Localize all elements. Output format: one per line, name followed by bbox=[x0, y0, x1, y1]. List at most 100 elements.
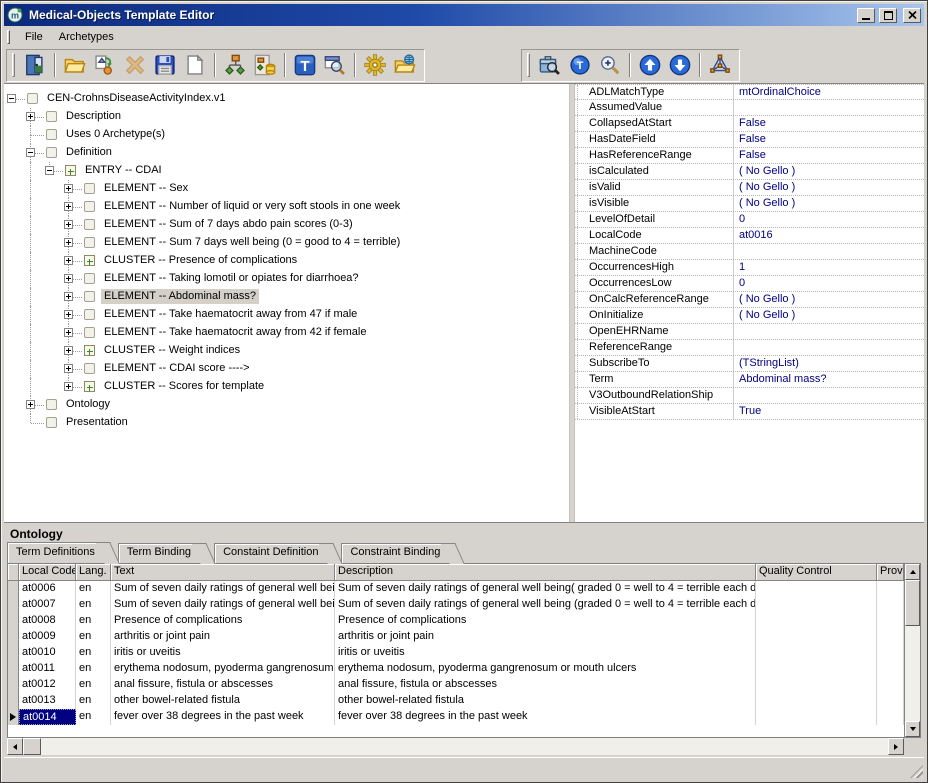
property-value[interactable]: Abdominal mass? bbox=[734, 372, 924, 387]
item-checkbox[interactable] bbox=[84, 237, 95, 248]
close-button[interactable] bbox=[903, 8, 921, 23]
tree-item[interactable]: ENTRY -- CDAI bbox=[4, 162, 569, 180]
item-checkbox[interactable] bbox=[84, 327, 95, 338]
new-document-button[interactable] bbox=[180, 51, 210, 79]
cell-text[interactable]: Presence of complications bbox=[111, 613, 335, 629]
tree-item[interactable]: ELEMENT -- Sum of 7 days abdo pain score… bbox=[4, 216, 569, 234]
tree-item-label[interactable]: Description bbox=[63, 109, 124, 124]
cell-description[interactable]: other bowel-related fistula bbox=[335, 693, 756, 709]
cell-quality-control[interactable] bbox=[756, 709, 877, 725]
property-value[interactable]: 0 bbox=[734, 276, 924, 291]
text-entry-button[interactable]: T bbox=[290, 51, 320, 79]
property-value[interactable]: ( No Gello ) bbox=[734, 196, 924, 211]
property-value[interactable]: at0016 bbox=[734, 228, 924, 243]
cell-prov[interactable] bbox=[877, 645, 904, 661]
tree-item[interactable]: ELEMENT -- Take haematocrit away from 42… bbox=[4, 324, 569, 342]
maximize-button[interactable] bbox=[879, 8, 897, 23]
cell-quality-control[interactable] bbox=[756, 581, 877, 597]
table-row[interactable]: at0007enSum of seven daily ratings of ge… bbox=[8, 597, 904, 613]
collapse-icon[interactable] bbox=[7, 94, 16, 103]
cell-quality-control[interactable] bbox=[756, 645, 877, 661]
tab-constaint-definition[interactable]: Constaint Definition bbox=[214, 543, 332, 563]
tree-item[interactable]: Ontology bbox=[4, 396, 569, 414]
scroll-left-button[interactable] bbox=[7, 738, 23, 755]
item-checkbox[interactable] bbox=[84, 273, 95, 284]
cell-prov[interactable] bbox=[877, 661, 904, 677]
property-value[interactable] bbox=[734, 244, 924, 259]
cell-description[interactable]: arthritis or joint pain bbox=[335, 629, 756, 645]
expand-icon[interactable] bbox=[64, 346, 73, 355]
item-checkbox[interactable] bbox=[84, 363, 95, 374]
cell-text[interactable]: Sum of seven daily ratings of general we… bbox=[111, 597, 335, 613]
column-header-text[interactable]: Text bbox=[111, 564, 335, 581]
tree-item-label[interactable]: ELEMENT -- Sex bbox=[101, 181, 191, 196]
horizontal-scrollbar[interactable] bbox=[7, 738, 921, 755]
tree-item-label[interactable]: ELEMENT -- Sum of 7 days abdo pain score… bbox=[101, 217, 356, 232]
cell-text[interactable]: other bowel-related fistula bbox=[111, 693, 335, 709]
tree-item[interactable]: ELEMENT -- Number of liquid or very soft… bbox=[4, 198, 569, 216]
band-grip[interactable] bbox=[12, 53, 15, 77]
cell-quality-control[interactable] bbox=[756, 629, 877, 645]
cell-lang[interactable]: en bbox=[76, 629, 111, 645]
scroll-up-button[interactable] bbox=[905, 564, 920, 580]
column-header-local-code[interactable]: Local Code bbox=[19, 564, 76, 581]
tree-item-label[interactable]: ELEMENT -- Number of liquid or very soft… bbox=[101, 199, 403, 214]
table-row[interactable]: at0011enerythema nodosum, pyoderma gangr… bbox=[8, 661, 904, 677]
item-checkbox[interactable] bbox=[84, 183, 95, 194]
tree-item-label[interactable]: ELEMENT -- Sum 7 days well being (0 = go… bbox=[101, 235, 403, 250]
vertical-scroll-thumb[interactable] bbox=[905, 580, 920, 626]
item-checkbox[interactable] bbox=[84, 309, 95, 320]
property-value[interactable]: False bbox=[734, 116, 924, 131]
tree-item-label[interactable]: ELEMENT -- Take haematocrit away from 47… bbox=[101, 307, 360, 322]
cell-lang[interactable]: en bbox=[76, 597, 111, 613]
expand-icon[interactable] bbox=[64, 364, 73, 373]
property-value[interactable]: False bbox=[734, 132, 924, 147]
resize-grip[interactable] bbox=[910, 765, 923, 778]
tree-item[interactable]: CEN-CrohnsDiseaseActivityIndex.v1 bbox=[4, 90, 569, 108]
move-up-button[interactable] bbox=[635, 51, 665, 79]
cell-local-code[interactable]: at0011 bbox=[19, 661, 76, 677]
cell-text[interactable]: Sum of seven daily ratings of general we… bbox=[111, 581, 335, 597]
band-grip[interactable] bbox=[527, 53, 530, 77]
column-header-lang-[interactable]: Lang. bbox=[76, 564, 111, 581]
item-checkbox[interactable] bbox=[27, 93, 38, 104]
property-value[interactable] bbox=[734, 388, 924, 403]
import-archetype-button[interactable] bbox=[90, 51, 120, 79]
vertical-scrollbar[interactable] bbox=[904, 564, 920, 737]
table-row[interactable]: at0013enother bowel-related fistulaother… bbox=[8, 693, 904, 709]
column-header-prov[interactable]: Prov bbox=[877, 564, 904, 581]
property-value[interactable]: True bbox=[734, 404, 924, 419]
cell-local-code[interactable]: at0006 bbox=[19, 581, 76, 597]
cell-lang[interactable]: en bbox=[76, 613, 111, 629]
cell-quality-control[interactable] bbox=[756, 677, 877, 693]
cell-text[interactable]: erythema nodosum, pyoderma gangrenosum o… bbox=[111, 661, 335, 677]
cell-prov[interactable] bbox=[877, 597, 904, 613]
cell-description[interactable]: Sum of seven daily ratings of general we… bbox=[335, 597, 756, 613]
item-checkbox[interactable] bbox=[84, 291, 95, 302]
cell-description[interactable]: fever over 38 degrees in the past week bbox=[335, 709, 756, 725]
item-checkbox[interactable] bbox=[46, 111, 57, 122]
property-value[interactable]: 0 bbox=[734, 212, 924, 227]
table-row[interactable]: at0006enSum of seven daily ratings of ge… bbox=[8, 581, 904, 597]
tree-item[interactable]: Definition bbox=[4, 144, 569, 162]
cell-text[interactable]: anal fissure, fistula or abscesses bbox=[111, 677, 335, 693]
cell-description[interactable]: Sum of seven daily ratings of general we… bbox=[335, 581, 756, 597]
cell-prov[interactable] bbox=[877, 709, 904, 725]
cell-local-code[interactable]: at0014 bbox=[19, 709, 76, 725]
expand-icon[interactable] bbox=[64, 202, 73, 211]
tree-item-label[interactable]: Definition bbox=[63, 145, 115, 160]
tree-item[interactable]: ELEMENT -- Taking lomotil or opiates for… bbox=[4, 270, 569, 288]
column-header-quality-control[interactable]: Quality Control bbox=[756, 564, 877, 581]
cell-local-code[interactable]: at0013 bbox=[19, 693, 76, 709]
tree-item-label[interactable]: ELEMENT -- CDAI score ----> bbox=[101, 361, 253, 376]
property-value[interactable]: False bbox=[734, 148, 924, 163]
tree-item[interactable]: ELEMENT -- Take haematocrit away from 47… bbox=[4, 306, 569, 324]
scroll-down-button[interactable] bbox=[905, 721, 920, 737]
tree-item[interactable]: CLUSTER -- Weight indices bbox=[4, 342, 569, 360]
open-remote-button[interactable] bbox=[390, 51, 420, 79]
move-down-button[interactable] bbox=[665, 51, 695, 79]
tree-item[interactable]: Description bbox=[4, 108, 569, 126]
tab-constraint-binding[interactable]: Constraint Binding bbox=[341, 543, 454, 563]
tree-item[interactable]: ELEMENT -- Sex bbox=[4, 180, 569, 198]
table-row[interactable]: at0008enPresence of complicationsPresenc… bbox=[8, 613, 904, 629]
